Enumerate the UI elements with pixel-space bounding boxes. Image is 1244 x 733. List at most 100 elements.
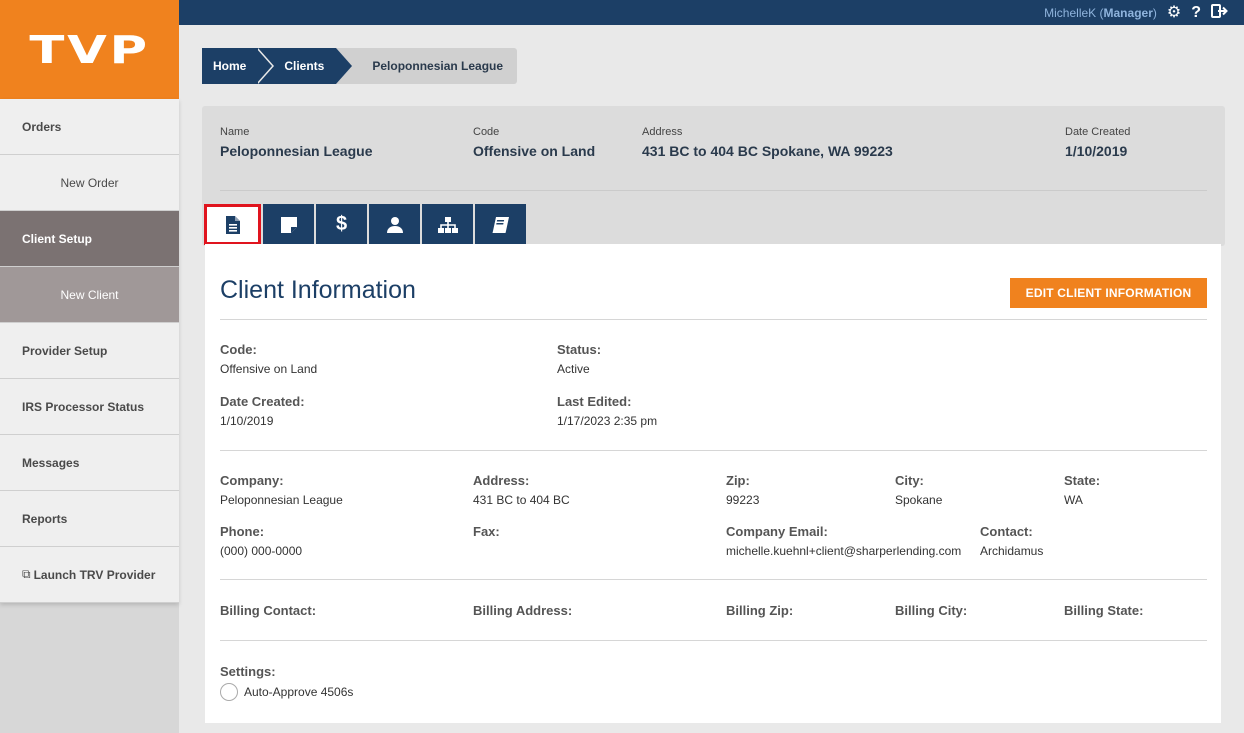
header-address-value: 431 BC to 404 BC Spokane, WA 99223 (642, 143, 893, 159)
field-last-edited: Last Edited: 1/17/2023 2:35 pm (557, 394, 657, 428)
header-divider (220, 190, 1207, 191)
breadcrumb-current: Peloponnesian League (336, 48, 518, 84)
logo-text: TVP (29, 27, 150, 72)
sidebar-item-new-client[interactable]: New Client (0, 267, 179, 323)
sidebar-item-reports[interactable]: Reports (0, 491, 179, 547)
field-date-created: Date Created: 1/10/2019 (220, 394, 305, 428)
field-label: Billing Zip: (726, 603, 794, 618)
sidebar-item-label: Provider Setup (22, 343, 108, 358)
field-label: State: (1064, 473, 1101, 488)
client-tabs: $ (204, 204, 526, 245)
field-value: 1/17/2023 2:35 pm (557, 414, 658, 428)
tab-documents[interactable] (475, 204, 526, 245)
logout-icon[interactable] (1211, 3, 1228, 22)
field-label: Fax: (473, 524, 500, 539)
field-settings: Settings: (220, 664, 276, 679)
field-value: Archidamus (980, 544, 1044, 558)
document-icon (225, 215, 240, 234)
org-chart-icon (437, 216, 458, 233)
field-value: Spokane (895, 493, 943, 507)
tab-client-info[interactable] (204, 204, 261, 245)
breadcrumb-home[interactable]: Home (202, 48, 275, 84)
field-label: City: (895, 473, 924, 488)
field-value: Peloponnesian League (220, 493, 343, 507)
header-date-created: Date Created 1/10/2019 (1065, 126, 1130, 159)
field-label: Contact: (980, 524, 1033, 539)
book-icon (492, 216, 509, 233)
header-code-value: Offensive on Land (473, 143, 596, 159)
sidebar-item-launch-trv-provider[interactable]: ⧉ Launch TRV Provider (0, 547, 179, 603)
header-name-value: Peloponnesian League (220, 143, 373, 159)
divider (220, 640, 1207, 641)
field-phone: Phone: (000) 000-0000 (220, 524, 302, 558)
field-label: Billing Address: (473, 603, 573, 618)
user-icon (386, 216, 403, 233)
field-billing-contact: Billing Contact: (220, 603, 316, 618)
field-label: Zip: (726, 473, 750, 488)
header-code: Code Offensive on Land (473, 126, 595, 159)
header-address: Address 431 BC to 404 BC Spokane, WA 992… (642, 126, 893, 159)
tab-billing[interactable]: $ (316, 204, 367, 245)
sidebar: TVP Orders New Order Client Setup New Cl… (0, 0, 179, 733)
field-fax: Fax: (473, 524, 500, 539)
sidebar-item-label: Reports (22, 511, 68, 526)
top-bar: MichelleK (Manager) ⚙ ? (179, 0, 1244, 25)
tab-users[interactable] (369, 204, 420, 245)
divider (220, 579, 1207, 580)
field-contact: Contact: Archidamus (980, 524, 1043, 558)
sidebar-item-provider-setup[interactable]: Provider Setup (0, 323, 179, 379)
sidebar-item-new-order[interactable]: New Order (0, 155, 179, 211)
field-label: Company Email: (726, 524, 828, 539)
divider (220, 319, 1207, 320)
question-icon[interactable]: ? (1191, 4, 1201, 21)
field-value: 1/10/2019 (220, 414, 274, 428)
field-code: Code: Offensive on Land (220, 342, 317, 376)
user-menu[interactable]: MichelleK (Manager) (1044, 6, 1157, 20)
gear-icon[interactable]: ⚙ (1167, 4, 1181, 21)
field-value: Offensive on Land (220, 362, 318, 376)
field-label: Last Edited: (557, 394, 632, 409)
field-billing-address: Billing Address: (473, 603, 572, 618)
field-label: Status: (557, 342, 602, 357)
sidebar-item-irs-processor-status[interactable]: IRS Processor Status (0, 379, 179, 435)
sidebar-item-label: Orders (22, 119, 62, 134)
auto-approve-toggle[interactable]: Auto-Approve 4506s (220, 683, 353, 701)
edit-client-button[interactable]: EDIT CLIENT INFORMATION (1010, 278, 1207, 308)
field-value: (000) 000-0000 (220, 544, 303, 558)
sidebar-item-client-setup[interactable]: Client Setup (0, 211, 179, 267)
field-state: State: WA (1064, 473, 1100, 507)
header-date-value: 1/10/2019 (1065, 143, 1128, 159)
field-label: Settings: (220, 664, 276, 679)
field-value: 99223 (726, 493, 760, 507)
username: MichelleK (1044, 5, 1097, 20)
sidebar-item-label: IRS Processor Status (22, 399, 145, 414)
tab-notes[interactable] (263, 204, 314, 245)
external-link-icon: ⧉ (22, 567, 31, 581)
sidebar-item-label: Client Setup (22, 231, 93, 246)
breadcrumb: Home Clients Peloponnesian League (202, 48, 518, 84)
auto-approve-label: Auto-Approve 4506s (244, 685, 354, 699)
field-city: City: Spokane (895, 473, 942, 507)
field-value: WA (1064, 493, 1083, 507)
field-value: Active (557, 362, 590, 376)
field-label: Billing City: (895, 603, 968, 618)
tab-hierarchy[interactable] (422, 204, 473, 245)
field-company: Company: Peloponnesian League (220, 473, 343, 507)
logo[interactable]: TVP (0, 0, 179, 99)
sidebar-item-label: New Client (60, 287, 119, 302)
sidebar-item-orders[interactable]: Orders (0, 99, 179, 155)
field-label: Billing State: (1064, 603, 1144, 618)
sidebar-item-label: Messages (22, 455, 80, 470)
radio-button[interactable] (220, 683, 238, 701)
field-label: Code: (220, 342, 257, 357)
field-billing-zip: Billing Zip: (726, 603, 793, 618)
header-code-label: Code (473, 126, 500, 138)
note-icon (280, 216, 297, 233)
field-value: michelle.kuehnl+client@sharperlending.co… (726, 544, 962, 558)
sidebar-item-messages[interactable]: Messages (0, 435, 179, 491)
field-billing-state: Billing State: (1064, 603, 1143, 618)
page-title: Client Information (220, 276, 416, 304)
field-value: 431 BC to 404 BC (473, 493, 570, 507)
header-name-label: Name (220, 126, 250, 138)
field-label: Date Created: (220, 394, 305, 409)
